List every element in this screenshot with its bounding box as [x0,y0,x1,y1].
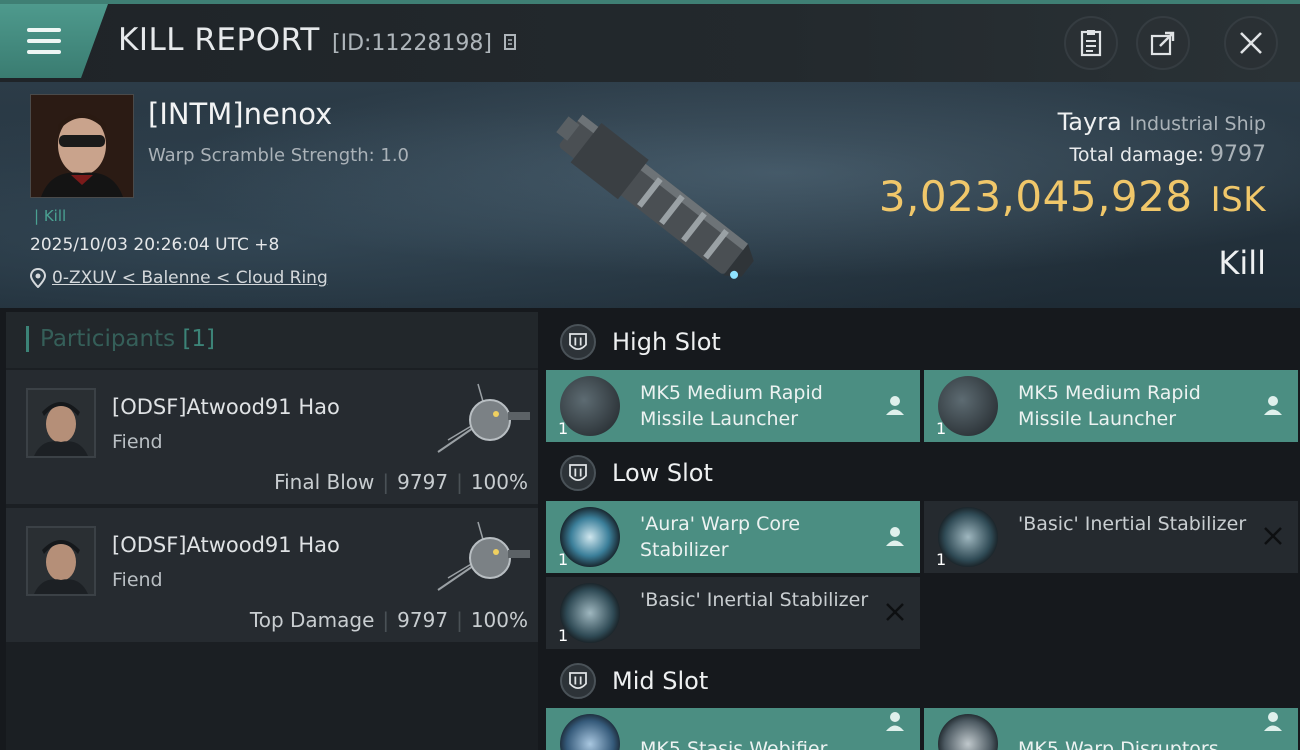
clipboard-icon [1080,30,1102,57]
module-quantity: 1 [558,550,569,569]
missile-launcher-icon [560,376,620,436]
mid-slot-label: Mid Slot [612,667,709,695]
module-name: 'Basic' Inertial Stabilizer [640,589,869,611]
pilot-icon [886,396,904,415]
inertial-stabilizer-icon [560,583,620,643]
ship-class: Industrial Ship [1129,113,1266,135]
isk-amount: 3,023,045,928 [878,172,1193,221]
mid-slot-icon [560,663,596,699]
ship-name[interactable]: Tayra [1058,108,1122,136]
inertial-stabilizer-icon [938,507,998,567]
kill-tag: | Kill [34,207,67,225]
portrait-image [28,390,94,456]
participants-count: [1] [182,326,216,352]
warp-scramble-strength: Warp Scramble Strength: 1.0 [148,145,410,166]
close-button[interactable] [1224,16,1278,70]
high-slot-icon [560,324,596,360]
participant-damage: 9797 [397,470,449,494]
low-slot-label: Low Slot [612,459,713,487]
module-name: MK5 Medium Rapid Missile Launcher [1018,382,1201,430]
destroyed-icon [1264,527,1282,545]
module-slot[interactable]: 1 MK5 Medium Rapid Missile Launcher [924,370,1298,442]
participant-name[interactable]: [ODSF]Atwood91 Hao [112,533,340,557]
share-button[interactable] [1136,16,1190,70]
close-icon [1240,32,1262,54]
ship-image [556,114,754,279]
copy-icon[interactable] [503,34,517,52]
pilot-icon [886,712,904,731]
destroyed-icon [886,603,904,621]
low-slot-icon [560,455,596,491]
warp-disruptor-icon [938,714,998,750]
participant-ship: Fiend [112,431,163,453]
module-name: 'Aura' Warp Core Stabilizer [640,513,801,561]
module-quantity: 1 [558,626,569,645]
total-damage-value: 9797 [1210,142,1266,167]
pilot-icon [886,527,904,546]
participant-avatar[interactable] [26,526,96,596]
participant-avatar[interactable] [26,388,96,458]
total-damage-label: Total damage: [1069,144,1204,166]
module-name: MK5 Stasis Webifier [640,738,828,750]
participants-title[interactable]: Participants [1] [40,326,215,352]
report-id: [ID:11228198] [332,31,517,56]
warp-core-stabilizer-icon [560,507,620,567]
isk-unit: ISK [1210,180,1266,220]
participant-role: Top Damage [249,608,375,632]
pilot-icon [1264,396,1282,415]
missile-launcher-icon [938,376,998,436]
module-name: MK5 Warp Disruptors [1018,738,1219,750]
stasis-webifier-icon [560,714,620,750]
location-link[interactable]: 0-ZXUV < Balenne < Cloud Ring [52,268,328,288]
module-name: 'Basic' Inertial Stabilizer [1018,513,1247,535]
module-slot[interactable]: MK5 Stasis Webifier [546,708,920,750]
participant-ship-image [437,383,530,453]
victim-name[interactable]: [INTM]nenox [148,97,332,131]
kill-tag-text: Kill [43,207,67,225]
kill-datetime: 2025/10/03 20:26:04 UTC +8 [30,235,280,255]
victim-avatar[interactable] [30,94,134,198]
module-slot[interactable]: MK5 Warp Disruptors [924,708,1298,750]
participant-name[interactable]: [ODSF]Atwood91 Hao [112,395,340,419]
module-slot[interactable]: 1 MK5 Medium Rapid Missile Launcher [546,370,920,442]
portrait-image [28,528,94,594]
share-icon [1150,31,1175,56]
total-damage: Total damage: 9797 [1070,142,1266,167]
module-slot[interactable]: 1 'Basic' Inertial Stabilizer [924,501,1298,573]
ship-info: Tayra Industrial Ship [1058,108,1266,136]
module-quantity: 1 [936,419,947,438]
module-slot[interactable]: 1 'Basic' Inertial Stabilizer [546,577,920,649]
isk-value: 3,023,045,928 ISK [879,172,1266,221]
clipboard-button[interactable] [1064,16,1118,70]
result-label: Kill [1218,244,1266,282]
report-id-text: [ID:11228198] [332,31,492,56]
participant-ship-image [437,521,530,591]
participant-stats: Final Blow | 9797 | 100% [274,470,528,494]
pilot-icon [1264,712,1282,731]
participant-ship: Fiend [112,569,163,591]
location-pin-icon [30,268,46,288]
module-slot[interactable]: 1 'Aura' Warp Core Stabilizer [546,501,920,573]
high-slot-label: High Slot [612,328,721,356]
participant-percent: 100% [470,470,528,494]
participants-title-text: Participants [40,326,176,352]
module-name: MK5 Medium Rapid Missile Launcher [640,382,823,430]
module-quantity: 1 [936,550,947,569]
page-title: KILL REPORT [118,22,320,58]
participant-damage: 9797 [397,608,449,632]
portrait-image [31,95,133,197]
participants-accent [26,326,29,352]
participant-stats: Top Damage | 9797 | 100% [249,608,528,632]
module-quantity: 1 [558,419,569,438]
participant-percent: 100% [470,608,528,632]
participant-role: Final Blow [274,470,375,494]
